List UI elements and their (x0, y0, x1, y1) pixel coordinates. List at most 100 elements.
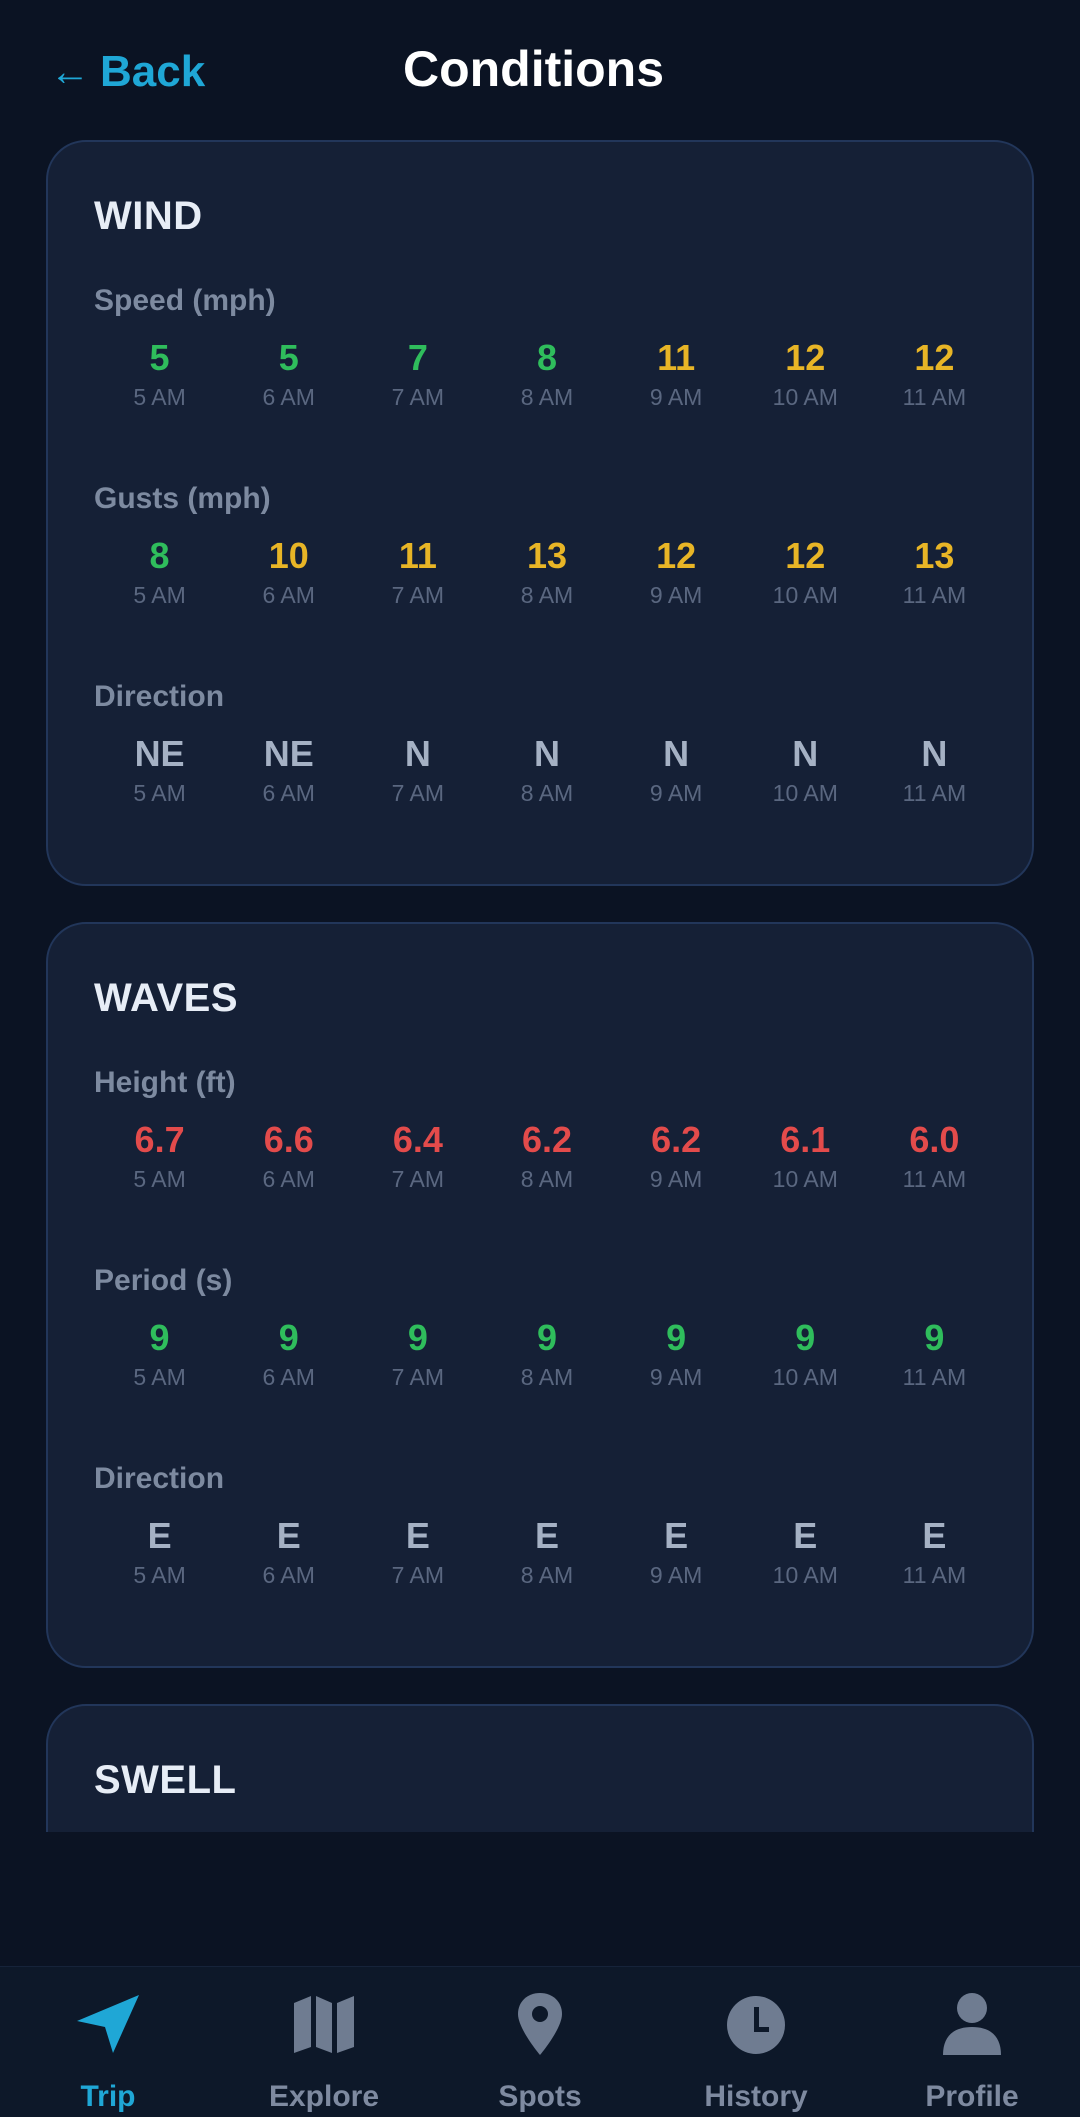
hour-cell: 9 11 AM (870, 1316, 999, 1416)
swell-card: SWELL (46, 1704, 1034, 1832)
hour-time: 7 AM (391, 1166, 445, 1192)
hour-cell: N 8 AM (482, 732, 611, 832)
hour-time: 11 AM (902, 384, 967, 410)
user-icon (943, 1993, 1001, 2055)
hour-value: 6.6 (263, 1119, 314, 1160)
hour-value: 13 (526, 535, 568, 576)
hour-value: N (921, 733, 948, 774)
hour-time: 9 AM (649, 780, 703, 806)
hour-time: 10 AM (772, 582, 838, 608)
hour-value: 8 (149, 535, 170, 576)
hour-time: 10 AM (772, 384, 838, 410)
hour-cell: 5 5 AM (95, 336, 224, 436)
nav-tab-profile[interactable]: Profile (864, 1967, 1080, 2117)
hour-time: 6 AM (262, 1166, 315, 1192)
nav-tab-spots[interactable]: Spots (432, 1967, 648, 2117)
wave-direction-row: Direction E 5 AM E 6 AM E 7 AM E 8 AM E 9 AM E 10 A… (48, 1462, 1036, 1622)
hour-cell: 11 7 AM (353, 534, 482, 634)
hour-time: 5 AM (133, 1364, 186, 1390)
hour-cell: 6.7 5 AM (95, 1118, 224, 1218)
hour-cell: 10 6 AM (224, 534, 353, 634)
hour-cell: E 8 AM (482, 1514, 611, 1614)
hour-time: 8 AM (520, 780, 574, 806)
hour-value: N (533, 733, 560, 774)
hour-cell: N 10 AM (741, 732, 870, 832)
hour-time: 7 AM (391, 384, 445, 410)
hour-value: 8 (536, 337, 557, 378)
hour-value: 6.7 (134, 1119, 185, 1160)
hour-time: 9 AM (649, 582, 703, 608)
hour-time: 10 AM (772, 1562, 838, 1588)
metric-label: Direction (94, 680, 225, 713)
navigation-arrow-icon (77, 1995, 139, 2053)
hour-cell: E 11 AM (870, 1514, 999, 1614)
hour-values: E 5 AM E 6 AM E 7 AM E 8 AM E 9 AM E 10 AM E 11 AM (95, 1514, 999, 1614)
hour-time: 10 AM (772, 1166, 838, 1192)
hour-value: 12 (914, 337, 955, 378)
hour-values: 9 5 AM 9 6 AM 9 7 AM 9 8 AM 9 9 AM 9 10 AM 9 11 AM (95, 1316, 999, 1416)
hour-values: 5 5 AM 5 6 AM 7 7 AM 8 8 AM 11 9 AM 12 10 AM 12 11 AM (95, 336, 999, 436)
hour-value: 6.0 (909, 1119, 960, 1160)
hour-value: 5 (149, 337, 170, 378)
hour-time: 11 AM (902, 1166, 967, 1192)
hour-cell: N 7 AM (353, 732, 482, 832)
hour-value: E (276, 1515, 301, 1556)
hour-value: 11 (398, 535, 437, 576)
nav-label: Trip (80, 2080, 136, 2113)
nav-label: History (704, 2080, 808, 2113)
hour-time: 7 AM (391, 1562, 445, 1588)
nav-tab-trip[interactable]: Trip (0, 1967, 216, 2117)
hour-time: 9 AM (649, 1166, 703, 1192)
hour-value: 12 (785, 535, 826, 576)
hour-time: 9 AM (649, 384, 703, 410)
hour-value: 9 (149, 1317, 170, 1358)
hour-time: 5 AM (133, 1166, 186, 1192)
hour-value: 9 (536, 1317, 557, 1358)
wind-direction-row: Direction NE 5 AM NE 6 AM N 7 AM N 8 AM N 9 AM N 10… (48, 680, 1036, 840)
hour-cell: 6.1 10 AM (741, 1118, 870, 1218)
wind-speed-row: Speed (mph) 5 5 AM 5 6 AM 7 7 AM 8 8 AM 11 9 AM 12… (48, 284, 1036, 444)
hour-value: E (793, 1515, 818, 1556)
metric-label: Height (ft) (94, 1066, 236, 1099)
hour-cell: 6.4 7 AM (353, 1118, 482, 1218)
conditions-scroll-area[interactable]: WIND Speed (mph) 5 5 AM 5 6 AM 7 7 AM 8 8 AM 11 9… (0, 140, 1080, 1832)
nav-label: Spots (498, 2080, 582, 2113)
hour-value: 10 (268, 535, 309, 576)
hour-cell: 6.2 8 AM (482, 1118, 611, 1218)
map-icon (294, 1996, 354, 2053)
hour-time: 6 AM (262, 384, 315, 410)
hour-cell: 8 5 AM (95, 534, 224, 634)
metric-label: Direction (94, 1462, 225, 1495)
hour-cell: 9 7 AM (353, 1316, 482, 1416)
hour-time: 5 AM (133, 1562, 186, 1588)
hour-value: 7 (407, 337, 428, 378)
hour-time: 11 AM (902, 1364, 967, 1390)
conditions-screen: ← Back Conditions WIND Speed (mph) 5 5 AM… (0, 0, 1080, 2117)
map-pin-icon (518, 1993, 562, 2055)
hour-time: 6 AM (262, 1562, 315, 1588)
hour-value: E (922, 1515, 947, 1556)
hour-cell: 9 6 AM (224, 1316, 353, 1416)
hour-cell: 12 9 AM (612, 534, 741, 634)
hour-cell: E 5 AM (95, 1514, 224, 1614)
wind-card: WIND Speed (mph) 5 5 AM 5 6 AM 7 7 AM 8 8 AM 11 9… (46, 140, 1034, 886)
hour-value: 12 (656, 535, 697, 576)
hour-value: N (792, 733, 819, 774)
hour-value: 6.2 (521, 1119, 573, 1160)
nav-tab-history[interactable]: History (648, 1967, 864, 2117)
hour-cell: 12 10 AM (741, 336, 870, 436)
hour-time: 5 AM (133, 384, 186, 410)
hour-value: NE (134, 733, 185, 774)
hour-time: 7 AM (391, 582, 445, 608)
hour-value: 9 (795, 1317, 816, 1358)
clock-icon (727, 1996, 785, 2054)
hour-value: N (404, 733, 431, 774)
hour-value: NE (263, 733, 314, 774)
waves-card: WAVES Height (ft) 6.7 5 AM 6.6 6 AM 6.4 7 AM 6… (46, 922, 1034, 1668)
hour-value: 6.1 (780, 1119, 831, 1160)
hour-cell: 12 11 AM (870, 336, 999, 436)
nav-tab-explore[interactable]: Explore (216, 1967, 432, 2117)
hour-time: 8 AM (520, 1166, 574, 1192)
hour-cell: E 7 AM (353, 1514, 482, 1614)
hour-value: N (663, 733, 690, 774)
